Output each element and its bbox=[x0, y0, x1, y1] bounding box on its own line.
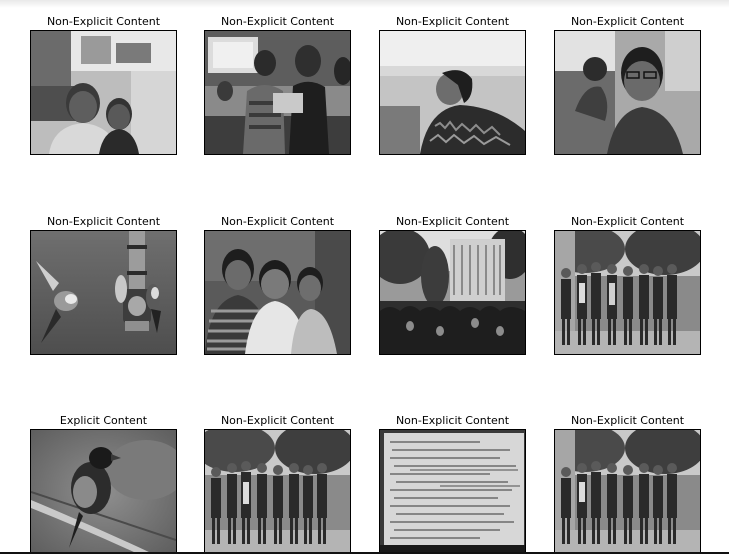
panel-title: Non-Explicit Content bbox=[46, 15, 161, 28]
panel-title: Non-Explicit Content bbox=[395, 215, 510, 228]
panel-title: Non-Explicit Content bbox=[395, 15, 510, 28]
image-grid: Non-Explicit Content Non-Explicit Conten… bbox=[0, 0, 729, 557]
panel-image bbox=[379, 230, 526, 355]
panel-image bbox=[554, 30, 701, 155]
panel-image bbox=[379, 30, 526, 155]
photo-birds-at-feeder bbox=[31, 231, 176, 354]
panel-image bbox=[554, 429, 701, 554]
panel-title: Non-Explicit Content bbox=[220, 15, 335, 28]
panel-image bbox=[204, 230, 351, 355]
panel-title: Explicit Content bbox=[59, 414, 148, 427]
photo-group-standing bbox=[555, 231, 700, 354]
panel-title: Non-Explicit Content bbox=[570, 215, 685, 228]
photo-group-standing bbox=[555, 430, 700, 553]
photo-classroom-students bbox=[205, 31, 350, 154]
panel-title: Non-Explicit Content bbox=[220, 414, 335, 427]
photo-young-man-selfie bbox=[555, 31, 700, 154]
panel-image bbox=[204, 30, 351, 155]
panel-title: Non-Explicit Content bbox=[570, 15, 685, 28]
panel-title: Non-Explicit Content bbox=[570, 414, 685, 427]
panel-title: Non-Explicit Content bbox=[46, 215, 161, 228]
panel-image bbox=[30, 30, 177, 155]
photo-two-people-selfie bbox=[31, 31, 176, 154]
panel-image bbox=[30, 230, 177, 355]
panel-image bbox=[379, 429, 526, 554]
panel-image bbox=[204, 429, 351, 554]
panel-image bbox=[554, 230, 701, 355]
panel-title: Non-Explicit Content bbox=[220, 215, 335, 228]
bottom-border bbox=[0, 552, 729, 554]
photo-handwritten-document bbox=[380, 430, 525, 553]
photo-crowd-building bbox=[380, 231, 525, 354]
photo-woman-sideways bbox=[380, 31, 525, 154]
photo-bird-on-branch bbox=[31, 430, 176, 553]
panel-title: Non-Explicit Content bbox=[395, 414, 510, 427]
photo-group-standing bbox=[205, 430, 350, 553]
panel-image bbox=[30, 429, 177, 554]
photo-three-people-selfie bbox=[205, 231, 350, 354]
